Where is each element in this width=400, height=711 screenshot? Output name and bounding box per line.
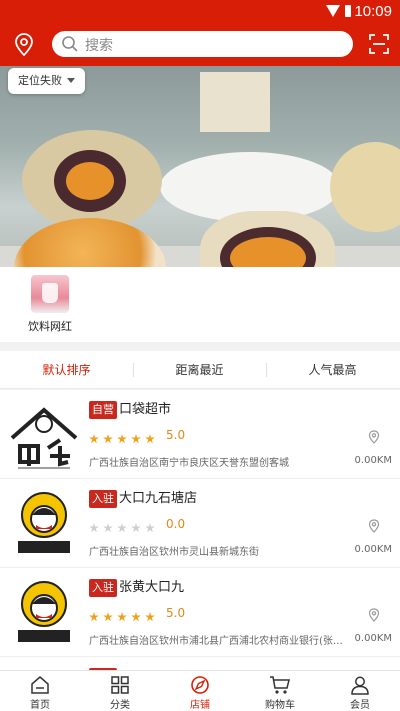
tab-home-label: 首页 bbox=[30, 700, 50, 711]
store-address: 广西壮族自治区钦州市浦北县广西浦北农村商业银行(张黄... bbox=[89, 636, 349, 647]
store-item[interactable]: 入驻 大口九石塘店 0.0 广西壮族自治区钦州市灵山县新城东街 0.00KM bbox=[0, 479, 400, 568]
store-stars bbox=[89, 607, 159, 622]
store-name: 张黄大口九 bbox=[119, 580, 185, 595]
bottom-tab-bar: 首页 分类 店铺 购物车 会员 bbox=[0, 670, 400, 711]
tab-shop-label: 店铺 bbox=[190, 700, 210, 711]
star-icon bbox=[145, 523, 155, 533]
banner-cake-image bbox=[14, 218, 166, 267]
star-icon bbox=[103, 523, 113, 533]
search-placeholder: 搜索 bbox=[85, 38, 113, 54]
star-icon bbox=[89, 612, 99, 622]
store-rating: 5.0 bbox=[166, 606, 186, 620]
location-pin-icon bbox=[368, 608, 380, 622]
store-item[interactable] bbox=[0, 657, 400, 670]
tab-member[interactable]: 会员 bbox=[320, 671, 400, 711]
store-address: 广西壮族自治区钦州市灵山县新城东街 bbox=[89, 547, 259, 558]
star-icon bbox=[131, 612, 141, 622]
category-grid-icon bbox=[111, 676, 129, 694]
store-logo bbox=[18, 492, 70, 553]
location-pin-icon bbox=[368, 519, 380, 533]
store-distance: 0.00KM bbox=[354, 544, 392, 555]
store-name: 大口九石塘店 bbox=[119, 491, 198, 506]
store-distance: 0.00KM bbox=[354, 633, 392, 644]
star-icon bbox=[145, 434, 155, 444]
top-bar: 搜索 bbox=[0, 24, 400, 66]
tab-shop[interactable]: 店铺 bbox=[160, 671, 240, 711]
search-input[interactable]: 搜索 bbox=[52, 31, 353, 57]
star-icon bbox=[103, 612, 113, 622]
tab-cart-label: 购物车 bbox=[265, 700, 295, 711]
banner-cake-image bbox=[22, 130, 162, 230]
location-pin-icon[interactable] bbox=[12, 32, 36, 58]
battery-icon bbox=[345, 5, 351, 17]
cart-icon bbox=[270, 676, 290, 694]
star-icon bbox=[103, 434, 113, 444]
tab-category-label: 分类 bbox=[110, 700, 130, 711]
store-rating: 5.0 bbox=[166, 428, 186, 442]
category-row: 饮料网红 bbox=[0, 267, 400, 342]
shop-compass-icon bbox=[191, 676, 209, 694]
star-icon bbox=[145, 612, 155, 622]
home-icon bbox=[31, 676, 49, 694]
sort-default-tab[interactable]: 默认排序 bbox=[0, 351, 133, 389]
store-badge: 入驻 bbox=[89, 490, 117, 508]
store-rating: 0.0 bbox=[166, 517, 186, 531]
star-icon bbox=[117, 434, 127, 444]
location-status-dropdown[interactable]: 定位失败 bbox=[8, 68, 85, 94]
store-name: 口袋超市 bbox=[119, 402, 172, 417]
banner-sign-decoration bbox=[200, 72, 270, 132]
store-item[interactable]: 自营 口袋超市 5.0 广西壮族自治区南宁市良庆区天誉东盟创客城 0.00KM bbox=[0, 390, 400, 479]
store-stars bbox=[89, 518, 159, 533]
user-icon bbox=[351, 676, 369, 695]
location-status-label: 定位失败 bbox=[18, 74, 62, 87]
star-icon bbox=[89, 434, 99, 444]
store-distance: 0.00KM bbox=[354, 455, 392, 466]
banner-cake-image bbox=[200, 211, 335, 267]
star-icon bbox=[131, 434, 141, 444]
store-badge: 入驻 bbox=[89, 579, 117, 597]
caret-down-icon bbox=[67, 78, 75, 83]
sort-popular-tab[interactable]: 人气最高 bbox=[266, 351, 399, 389]
category-label: 饮料网红 bbox=[28, 320, 72, 333]
search-icon bbox=[62, 36, 78, 52]
store-badge: 自营 bbox=[89, 401, 117, 419]
store-item[interactable]: 入驻 张黄大口九 5.0 广西壮族自治区钦州市浦北县广西浦北农村商业银行(张黄.… bbox=[0, 568, 400, 657]
status-time: 10:09 bbox=[354, 3, 392, 20]
star-icon bbox=[89, 523, 99, 533]
location-pin-icon bbox=[368, 430, 380, 444]
star-icon bbox=[117, 612, 127, 622]
category-thumbnail bbox=[31, 275, 69, 313]
tab-cart[interactable]: 购物车 bbox=[240, 671, 320, 711]
banner-cake-image bbox=[330, 142, 400, 232]
promo-banner[interactable] bbox=[0, 66, 400, 267]
store-address: 广西壮族自治区南宁市良庆区天誉东盟创客城 bbox=[89, 458, 289, 469]
store-logo bbox=[10, 407, 78, 469]
sort-distance-tab[interactable]: 距离最近 bbox=[133, 351, 266, 389]
star-icon bbox=[117, 523, 127, 533]
scan-icon[interactable] bbox=[368, 33, 390, 55]
tab-home[interactable]: 首页 bbox=[0, 671, 80, 711]
store-list: 自营 口袋超市 5.0 广西壮族自治区南宁市良庆区天誉东盟创客城 0.00KM … bbox=[0, 390, 400, 670]
star-icon bbox=[131, 523, 141, 533]
tab-member-label: 会员 bbox=[350, 700, 370, 711]
status-bar: 10:09 bbox=[0, 0, 400, 24]
category-item[interactable]: 饮料网红 bbox=[18, 275, 82, 334]
store-stars bbox=[89, 429, 159, 444]
store-logo bbox=[18, 581, 70, 642]
tab-category[interactable]: 分类 bbox=[80, 671, 160, 711]
wifi-icon bbox=[326, 5, 340, 17]
sort-bar: 默认排序 距离最近 人气最高 bbox=[0, 351, 400, 389]
